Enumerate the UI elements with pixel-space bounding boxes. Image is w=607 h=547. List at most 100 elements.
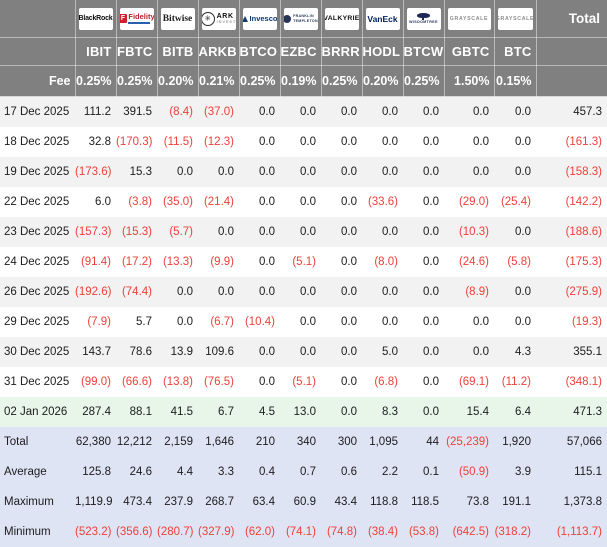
table-row: Minimum (523.2) (356.6) (280.7) (327.9) (62.0… (0, 517, 607, 547)
cell-ibit: 111.2 (83, 106, 111, 118)
total-cell: (175.3) (565, 256, 602, 268)
cell-ibit: (99.0) (80, 376, 111, 388)
ticker-header-gbtc: GBTC (443, 37, 495, 66)
invesco-text: Invesco (249, 14, 277, 23)
total-cell: 471.3 (573, 406, 602, 418)
cell-fbtc: 391.5 (123, 106, 152, 118)
total-cell: (19.3) (571, 316, 602, 328)
provider-logo-cell-brrr: VALKYRIE (320, 0, 363, 38)
cell-btco: 0.4 (259, 466, 275, 478)
cell-brrr: 0.0 (341, 136, 357, 148)
cell-gbtc: (25,239) (446, 436, 489, 448)
cell-btco: 0.0 (259, 256, 275, 268)
cell-btcw: 0.0 (423, 256, 439, 268)
vaneck-wordmark: VanEck (367, 13, 398, 24)
table-header: BlackRock F Fidelity Bitwise ✳ ARK INVEST Inves… (0, 0, 607, 97)
row-label: 18 Dec 2025 (4, 136, 70, 148)
table-row: 26 Dec 2025 (192.6) (74.4) 0.0 0.0 0.0 0.0 0.0 0… (0, 277, 607, 307)
cell-arkb: (37.0) (203, 106, 234, 118)
cell-hodl: (33.6) (367, 196, 398, 208)
fee-cell-brrr: 0.25% (320, 65, 363, 97)
cell-hodl: 0.0 (382, 226, 398, 238)
wisdomtree-logo: WISDOMTREE (406, 7, 441, 30)
total-cell: 115.1 (574, 466, 602, 478)
cell-bitb: 0.0 (177, 316, 193, 328)
total-cell: 457.3 (573, 106, 602, 118)
fidelity-underline-bar (128, 21, 151, 24)
table-row: 29 Dec 2025 (7.9) 5.7 0.0 (6.7) (10.4) 0.0 0.0 0… (0, 307, 607, 337)
cell-hodl: (6.8) (374, 376, 398, 388)
cell-brrr: 0.0 (341, 376, 357, 388)
cell-btc: 0.0 (515, 226, 531, 238)
cell-ezbc: 0.0 (300, 166, 316, 178)
cell-arkb: 3.3 (218, 466, 234, 478)
cell-brrr: 0.0 (341, 226, 357, 238)
grayscale-wordmark: GRAYSCALE (497, 15, 533, 22)
blackrock-logo: BlackRock (78, 7, 113, 30)
cell-gbtc: (29.0) (458, 196, 489, 208)
cell-bitb: 4.4 (177, 466, 193, 478)
fee-cell-ezbc: 0.19% (279, 65, 322, 97)
invesco-wordmark: Invesco (242, 14, 277, 23)
cell-brrr: 43.4 (334, 496, 357, 508)
cell-arkb: 268.7 (205, 496, 234, 508)
cell-brrr: 0.0 (341, 106, 357, 118)
ark-text: ARK (216, 12, 234, 20)
total-column-spacer (535, 65, 607, 97)
row-label: Average (4, 466, 47, 478)
cell-ibit: 62,380 (75, 436, 111, 448)
provider-logo-cell-hodl: VanEck (361, 0, 404, 38)
fidelity-f-icon: F (119, 14, 128, 23)
franklin-logo: FRANKLIN TEMPLETON (283, 7, 318, 30)
total-cell: 1,373.8 (563, 496, 602, 508)
cell-ezbc: 0.7 (300, 466, 316, 478)
cell-ezbc: (5.1) (292, 376, 316, 388)
cell-gbtc: (24.6) (458, 256, 489, 268)
cell-btc: 4.3 (515, 346, 531, 358)
cell-bitb: 2,159 (164, 436, 193, 448)
header-corner-cell (0, 37, 76, 66)
table-body: 17 Dec 2025 111.2 391.5 (8.4) (37.0) 0.0 0.0 0.… (0, 96, 607, 547)
cell-hodl: 0.0 (382, 316, 398, 328)
cell-hodl: 0.0 (382, 106, 398, 118)
cell-btco: 0.0 (259, 346, 275, 358)
provider-logo-cell-btcw: WISDOMTREE (402, 0, 445, 38)
cell-ibit: (523.2) (75, 526, 112, 538)
cell-btco: 0.0 (259, 226, 275, 238)
cell-brrr: 0.6 (341, 466, 357, 478)
bitcoin-etf-flow-table: BlackRock F Fidelity Bitwise ✳ ARK INVEST Inves… (0, 0, 607, 547)
cell-gbtc: 0.0 (473, 166, 489, 178)
cell-gbtc: 0.0 (473, 136, 489, 148)
cell-btcw: 0.0 (423, 106, 439, 118)
cell-arkb: 109.6 (205, 346, 234, 358)
cell-hodl: 8.3 (382, 406, 398, 418)
row-label: Maximum (4, 496, 54, 508)
ticker-header-btcw: BTCW (402, 37, 445, 66)
cell-bitb: (11.5) (163, 136, 193, 148)
cell-ezbc: (74.1) (285, 526, 316, 538)
cell-fbtc: 24.6 (129, 466, 152, 478)
cell-btcw: 0.0 (423, 226, 439, 238)
cell-ezbc: (5.1) (292, 256, 316, 268)
cell-brrr: (74.8) (326, 526, 357, 538)
fee-cell-btcw: 0.25% (402, 65, 445, 97)
cell-btc: (25.4) (500, 196, 531, 208)
cell-bitb: 13.9 (170, 346, 193, 358)
provider-logo-cell-btc: GRAYSCALE (493, 0, 537, 38)
cell-fbtc: 5.7 (136, 316, 152, 328)
cell-btc: 6.4 (515, 406, 531, 418)
cell-btc: 0.0 (515, 316, 531, 328)
cell-ibit: 125.8 (82, 466, 111, 478)
cell-hodl: 0.0 (382, 136, 398, 148)
cell-btco: 4.5 (259, 406, 275, 418)
cell-btcw: 118.5 (411, 496, 439, 508)
cell-fbtc: (17.2) (121, 256, 152, 268)
total-cell: 355.1 (573, 346, 602, 358)
table-row: Total 62,380 12,212 2,159 1,646 210 340 300 1,09… (0, 427, 607, 457)
cell-hodl: (38.4) (367, 526, 398, 538)
franklin-templeton-wordmark: FRANKLIN TEMPLETON (283, 14, 318, 23)
fee-row-label: Fee (0, 65, 76, 97)
cell-gbtc: (8.9) (465, 286, 489, 298)
table-row: 23 Dec 2025 (157.3) (15.3) (5.7) 0.0 0.0 0.0 0.… (0, 217, 607, 247)
cell-arkb: (21.4) (203, 196, 234, 208)
